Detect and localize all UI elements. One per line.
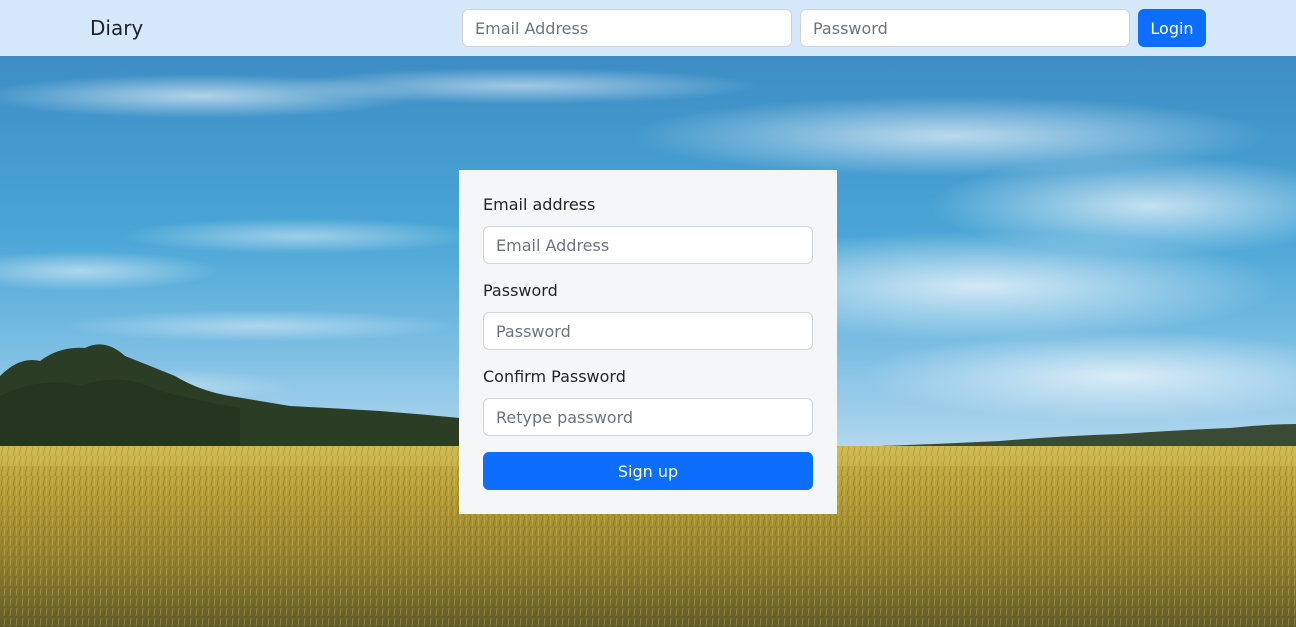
login-password-input[interactable] — [800, 9, 1130, 47]
navbar: Diary Login — [0, 0, 1296, 56]
password-label: Password — [483, 281, 558, 300]
signup-card: Email address Password Confirm Password … — [459, 170, 837, 514]
confirm-password-input[interactable] — [483, 398, 813, 436]
email-label: Email address — [483, 195, 596, 214]
login-button[interactable]: Login — [1138, 9, 1206, 47]
login-email-input[interactable] — [462, 9, 792, 47]
signup-button[interactable]: Sign up — [483, 452, 813, 490]
signup-password-input[interactable] — [483, 312, 813, 350]
signup-email-input[interactable] — [483, 226, 813, 264]
brand-logo[interactable]: Diary — [90, 14, 143, 42]
confirm-password-label: Confirm Password — [483, 367, 626, 386]
